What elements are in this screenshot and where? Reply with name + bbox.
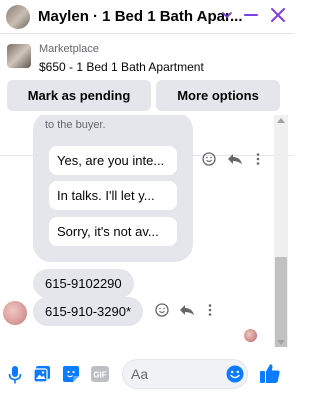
chat-header: Maylen · 1 Bed 1 Bath Apar... [0, 0, 294, 34]
mark-as-pending-button[interactable]: Mark as pending [7, 80, 151, 111]
quick-reply-option[interactable]: Yes, are you inte... [49, 146, 177, 175]
listing-title[interactable]: $650 - 1 Bed 1 Bath Apartment [39, 60, 204, 74]
marketplace-label: Marketplace [39, 43, 99, 55]
photo-icon[interactable] [33, 365, 51, 388]
bubble-partial-text: to the buyer. [45, 119, 106, 131]
quick-reply-option[interactable]: In talks. I'll let y... [49, 181, 177, 210]
thumbs-up-icon[interactable] [259, 362, 281, 389]
quick-reply-option[interactable]: Sorry, it's not av... [49, 217, 177, 246]
message-list[interactable]: to the buyer. Yes, are you inte... In ta… [0, 115, 294, 347]
chat-title[interactable]: Maylen · 1 Bed 1 Bath Apar... [38, 8, 243, 25]
sticker-icon[interactable] [62, 365, 80, 388]
message-bubble[interactable]: 615-910-3290* [33, 297, 144, 326]
more-options-button[interactable]: More options [156, 80, 280, 111]
listing-avatar[interactable] [6, 5, 30, 29]
message-bubble[interactable]: 615-9102290 [33, 269, 134, 298]
chevron-down-icon[interactable] [221, 8, 233, 26]
minimize-icon[interactable] [242, 6, 260, 29]
composer-bar: GIF [0, 355, 294, 397]
scroll-up-arrow[interactable] [277, 118, 285, 123]
react-emoji-icon[interactable] [202, 152, 216, 166]
microphone-icon[interactable] [8, 365, 22, 390]
gif-icon[interactable]: GIF [91, 366, 109, 387]
emoji-icon[interactable] [226, 365, 244, 388]
react-emoji-icon[interactable] [155, 303, 169, 317]
reply-icon[interactable] [227, 152, 243, 166]
scrollbar-thumb[interactable] [275, 257, 287, 347]
gif-label: GIF [93, 371, 106, 380]
more-icon[interactable] [255, 152, 261, 166]
close-icon[interactable] [268, 5, 288, 30]
message-input[interactable] [131, 366, 221, 382]
reply-icon[interactable] [179, 303, 195, 317]
read-receipt-avatar [244, 329, 257, 342]
scroll-down-arrow[interactable] [277, 340, 285, 345]
sender-avatar[interactable] [3, 301, 27, 325]
more-icon[interactable] [207, 303, 213, 317]
listing-thumbnail[interactable] [7, 44, 31, 68]
